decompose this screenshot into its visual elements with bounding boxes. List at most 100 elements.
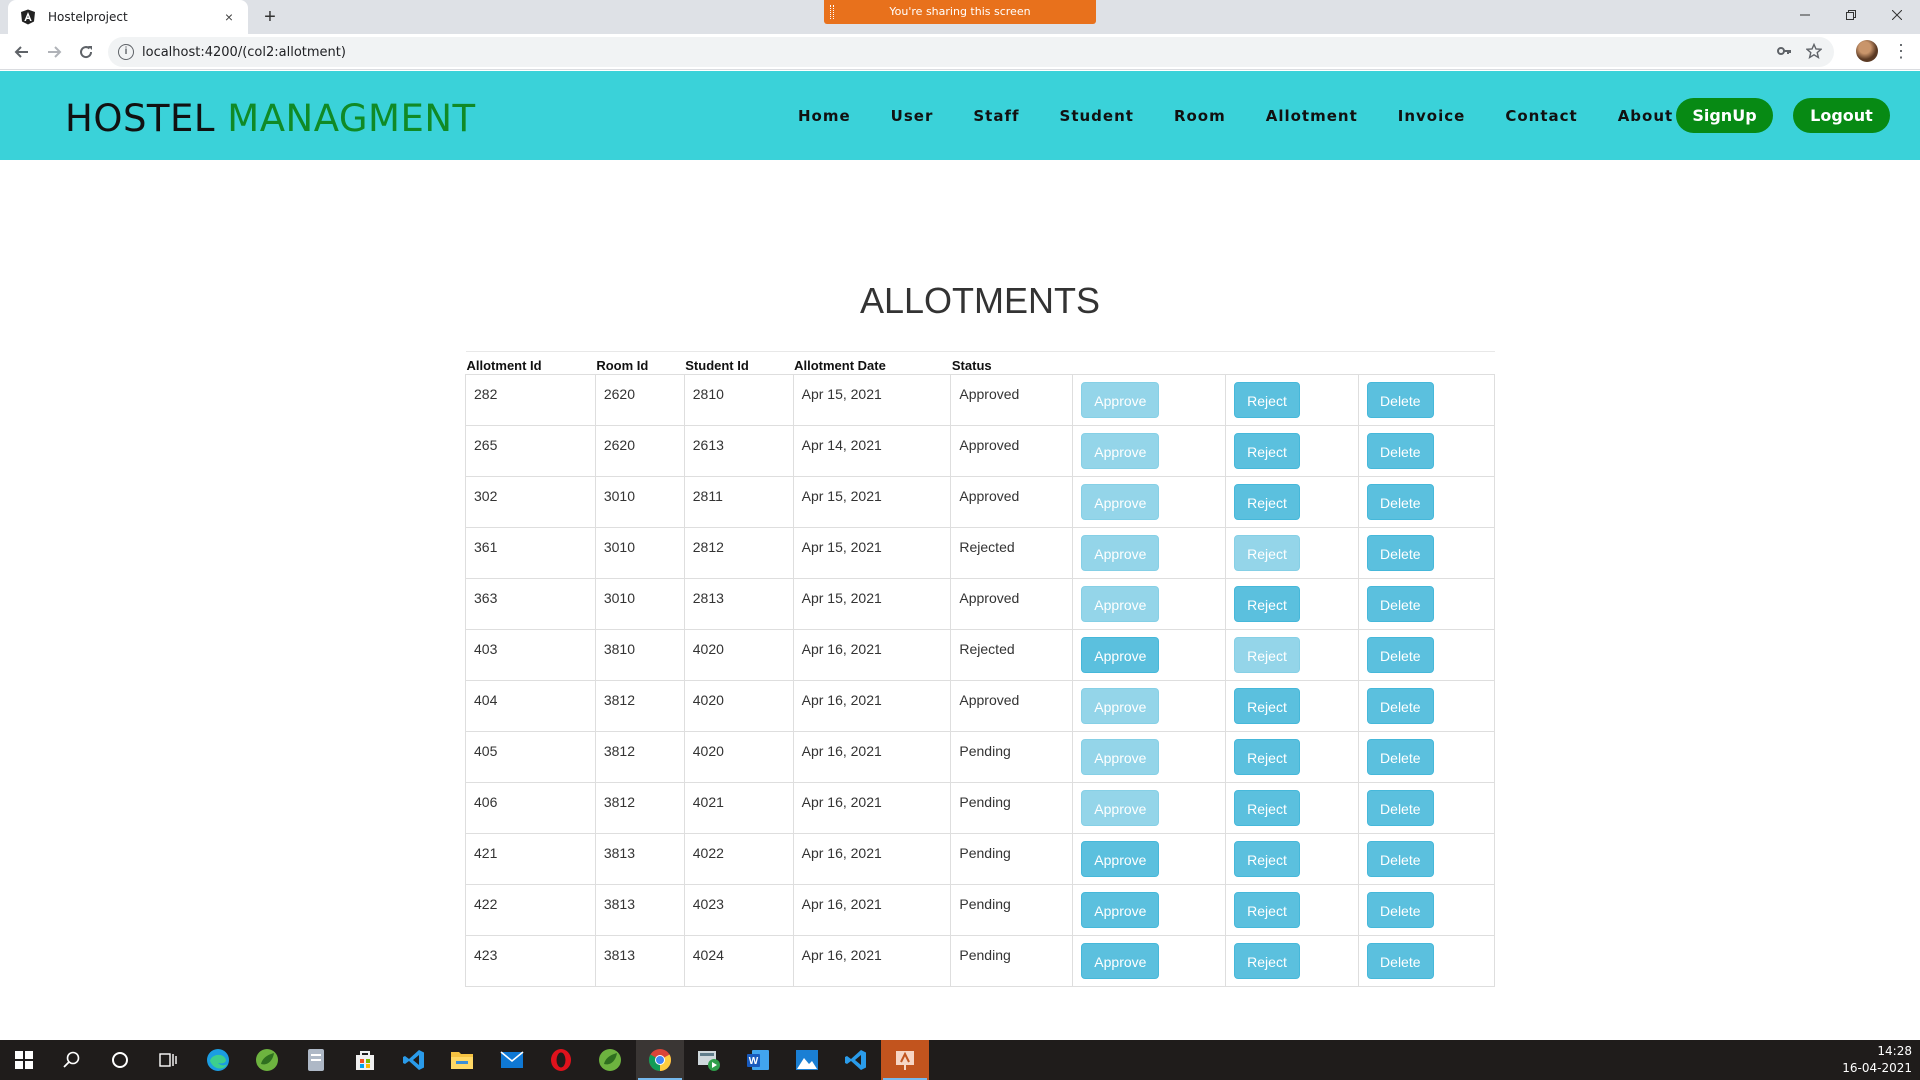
approve-button[interactable]: Approve: [1081, 790, 1160, 826]
restore-icon[interactable]: [1828, 0, 1874, 30]
browser-tab[interactable]: Hostelproject ×: [8, 0, 248, 34]
cell-delete: Delete: [1358, 527, 1495, 579]
star-icon[interactable]: [1805, 42, 1823, 64]
nav-home[interactable]: Home: [798, 107, 851, 125]
nav-user[interactable]: User: [891, 107, 934, 125]
address-bar[interactable]: i localhost:4200/(col2:allotment): [108, 37, 1834, 67]
reject-button[interactable]: Reject: [1234, 739, 1300, 775]
delete-button[interactable]: Delete: [1367, 433, 1434, 469]
reject-button[interactable]: Reject: [1234, 943, 1300, 979]
edge-icon[interactable]: [194, 1040, 242, 1080]
chrome-icon[interactable]: [636, 1040, 684, 1080]
reject-button[interactable]: Reject: [1234, 688, 1300, 724]
approve-button[interactable]: Approve: [1081, 535, 1160, 571]
delete-button[interactable]: Delete: [1367, 739, 1434, 775]
delete-button[interactable]: Delete: [1367, 841, 1434, 877]
store-icon[interactable]: [341, 1040, 389, 1080]
delete-button[interactable]: Delete: [1367, 943, 1434, 979]
site-info-icon[interactable]: i: [118, 44, 134, 60]
reject-button[interactable]: Reject: [1234, 841, 1300, 877]
delete-button[interactable]: Delete: [1367, 637, 1434, 673]
delete-button[interactable]: Delete: [1367, 586, 1434, 622]
reject-button[interactable]: Reject: [1234, 892, 1300, 928]
brand-logo[interactable]: HOSTEL MANAGMENT: [65, 97, 476, 140]
minimize-icon[interactable]: [1782, 0, 1828, 30]
cortana-icon[interactable]: [96, 1040, 144, 1080]
approve-button[interactable]: Approve: [1081, 688, 1160, 724]
system-clock[interactable]: 14:28 16-04-2021: [1842, 1043, 1912, 1077]
cell-allotment-date: Apr 15, 2021: [792, 374, 952, 426]
delete-button[interactable]: Delete: [1367, 688, 1434, 724]
delete-button[interactable]: Delete: [1367, 484, 1434, 520]
nav-staff[interactable]: Staff: [973, 107, 1019, 125]
table-row: 282 2620 2810 Apr 15, 2021 Approved Appr…: [465, 374, 1495, 426]
signup-button[interactable]: SignUp: [1676, 98, 1773, 133]
forward-arrow-icon[interactable]: [42, 40, 66, 64]
close-window-icon[interactable]: [1874, 0, 1920, 30]
approve-button[interactable]: Approve: [1081, 484, 1160, 520]
approve-button[interactable]: Approve: [1081, 841, 1160, 877]
logout-button[interactable]: Logout: [1793, 98, 1890, 133]
word-icon[interactable]: W: [734, 1040, 782, 1080]
photos-icon[interactable]: [783, 1040, 831, 1080]
nav-allotment[interactable]: Allotment: [1266, 107, 1358, 125]
approve-button[interactable]: Approve: [1081, 943, 1160, 979]
delete-button[interactable]: Delete: [1367, 790, 1434, 826]
nav-student[interactable]: Student: [1060, 107, 1134, 125]
task-view-icon[interactable]: [144, 1040, 192, 1080]
delete-button[interactable]: Delete: [1367, 535, 1434, 571]
reject-button[interactable]: Reject: [1234, 637, 1300, 673]
screen-sharing-banner[interactable]: You're sharing this screen: [824, 0, 1096, 24]
search-icon[interactable]: [48, 1040, 96, 1080]
cell-student-id: 4024: [683, 935, 794, 987]
vscode-icon[interactable]: [390, 1040, 438, 1080]
approve-button[interactable]: Approve: [1081, 382, 1160, 418]
delete-button[interactable]: Delete: [1367, 892, 1434, 928]
cell-status: Approved: [950, 578, 1074, 630]
media-player-icon[interactable]: [685, 1040, 733, 1080]
new-tab-icon[interactable]: +: [258, 5, 282, 29]
browser-tabstrip: Hostelproject × + You're sharing this sc…: [0, 0, 1920, 34]
reject-button[interactable]: Reject: [1234, 535, 1300, 571]
approve-button[interactable]: Approve: [1081, 892, 1160, 928]
cell-delete: Delete: [1358, 833, 1495, 885]
drag-handle-icon[interactable]: [830, 5, 834, 19]
reject-button[interactable]: Reject: [1234, 790, 1300, 826]
cell-approve: Approve: [1072, 731, 1227, 783]
nav-invoice[interactable]: Invoice: [1398, 107, 1466, 125]
nav-room[interactable]: Room: [1174, 107, 1226, 125]
key-icon[interactable]: [1776, 43, 1792, 64]
vscode-icon[interactable]: [832, 1040, 880, 1080]
windows-start-icon[interactable]: [0, 1040, 48, 1080]
approve-button[interactable]: Approve: [1081, 433, 1160, 469]
close-icon[interactable]: ×: [220, 9, 238, 25]
reject-button[interactable]: Reject: [1234, 433, 1300, 469]
profile-avatar[interactable]: [1856, 40, 1878, 62]
cell-student-id: 2812: [683, 527, 794, 579]
file-explorer-icon[interactable]: [438, 1040, 486, 1080]
reload-icon[interactable]: [74, 40, 98, 64]
reject-button[interactable]: Reject: [1234, 382, 1300, 418]
cell-allotment-date: Apr 15, 2021: [792, 527, 952, 579]
mail-icon[interactable]: [488, 1040, 536, 1080]
cell-status: Rejected: [950, 527, 1074, 579]
nav-about[interactable]: About: [1618, 107, 1674, 125]
reject-button[interactable]: Reject: [1234, 484, 1300, 520]
approve-button[interactable]: Approve: [1081, 586, 1160, 622]
spring-tool-icon[interactable]: [586, 1040, 634, 1080]
opera-icon[interactable]: [537, 1040, 585, 1080]
back-arrow-icon[interactable]: [10, 40, 34, 64]
reject-button[interactable]: Reject: [1234, 586, 1300, 622]
spring-tool-icon[interactable]: [243, 1040, 291, 1080]
cell-status: Pending: [950, 935, 1074, 987]
brand-part2: MANAGMENT: [227, 97, 476, 140]
approve-button[interactable]: Approve: [1081, 739, 1160, 775]
presentation-app-icon[interactable]: [881, 1040, 929, 1080]
cell-status: Pending: [950, 782, 1074, 834]
more-menu-icon[interactable]: ⋮: [1892, 42, 1910, 62]
cell-allotment-id: 302: [465, 476, 596, 528]
file-app-icon[interactable]: [292, 1040, 340, 1080]
approve-button[interactable]: Approve: [1081, 637, 1160, 673]
delete-button[interactable]: Delete: [1367, 382, 1434, 418]
nav-contact[interactable]: Contact: [1505, 107, 1577, 125]
